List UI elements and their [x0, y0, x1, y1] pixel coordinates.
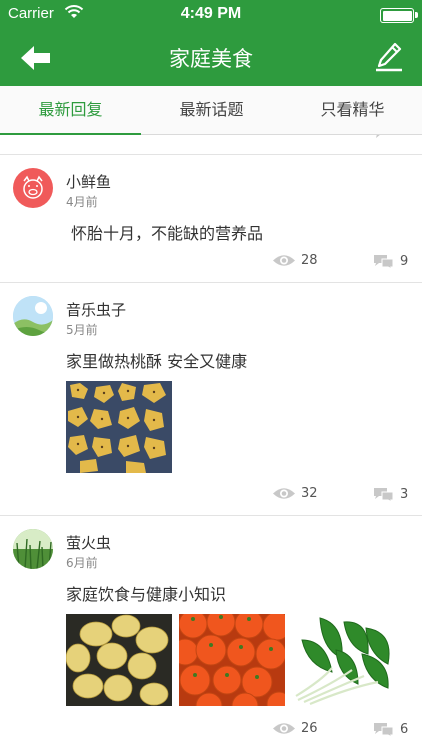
user-name[interactable]: 音乐虫子 [66, 299, 126, 320]
list-item-previous-partial[interactable] [0, 135, 422, 155]
comment-count: 9 [372, 253, 408, 270]
avatar[interactable] [13, 168, 53, 208]
post-time: 4月前 [66, 195, 98, 209]
post-time: 5月前 [66, 323, 98, 337]
comment-bubble-icon [374, 723, 394, 738]
page-title: 家庭美食 [169, 47, 253, 71]
comment-bubble-icon [374, 488, 394, 503]
eye-icon [272, 135, 294, 137]
avatar-landscape-image [13, 296, 53, 336]
post-image-spinach[interactable] [292, 614, 398, 706]
list-item[interactable]: 音乐虫子 5月前 家里做热桃酥 安全又健康 32 3 [0, 283, 422, 516]
post-image-tomatoes[interactable] [179, 614, 285, 706]
post-time: 6月前 [66, 556, 98, 570]
view-count-value: 28 [301, 253, 318, 268]
avatar[interactable] [13, 296, 53, 336]
comment-bubble-icon [374, 255, 394, 270]
post-title[interactable]: 家庭饮食与健康小知识 [66, 581, 226, 605]
comment-bubble-icon [376, 135, 380, 138]
tab-label: 只看精华 [320, 100, 385, 119]
comment-count-value: 9 [400, 254, 409, 269]
edit-pencil-icon[interactable] [374, 40, 404, 74]
tab-label: 最新回复 [38, 100, 103, 119]
comment-count-value: 3 [400, 487, 409, 502]
user-name[interactable]: 小鲜鱼 [66, 171, 111, 192]
clock: 4:49 PM [180, 5, 242, 22]
list-item[interactable]: 小鲜鱼 4月前 怀胎十月，不能缺的营养品 28 9 [0, 155, 422, 283]
eye-icon [273, 723, 295, 734]
spinach-photo [292, 614, 398, 706]
pig-face-icon [23, 175, 43, 199]
tomatoes-photo [179, 614, 285, 706]
post-title[interactable]: 怀胎十月，不能缺的营养品 [71, 220, 263, 244]
cookies-photo [66, 381, 172, 473]
view-count: 32 [272, 486, 318, 501]
avatar[interactable] [13, 529, 53, 569]
post-title[interactable]: 家里做热桃酥 安全又健康 [66, 348, 247, 372]
comment-count: 3 [372, 486, 408, 503]
view-count: 28 [272, 253, 318, 268]
eye-icon [273, 255, 295, 266]
avatar-grass-image [13, 529, 53, 569]
tab-latest-topic[interactable]: 最新话题 [141, 86, 282, 135]
eye-icon [273, 488, 295, 499]
tab-label: 最新话题 [179, 100, 244, 119]
list-item[interactable]: 萤火虫 6月前 家庭饮食与健康小知识 26 6 [0, 516, 422, 750]
status-bar: Carrier 4:49 PM [0, 0, 422, 30]
tab-bar: 最新回复 最新话题 只看精华 [0, 86, 422, 136]
post-image-potatoes[interactable] [66, 614, 172, 706]
comment-count: 6 [372, 721, 408, 738]
post-image-cookies[interactable] [66, 381, 172, 473]
view-count-value: 32 [301, 486, 318, 501]
user-name[interactable]: 萤火虫 [66, 532, 111, 553]
comment-count-value: 6 [400, 722, 409, 737]
potatoes-photo [66, 614, 172, 706]
tab-featured-only[interactable]: 只看精华 [282, 86, 422, 135]
battery-icon [380, 8, 418, 23]
view-count: 26 [272, 721, 318, 736]
nav-bar: 家庭美食 [0, 30, 422, 86]
topic-list[interactable]: 小鲜鱼 4月前 怀胎十月，不能缺的营养品 28 9 音乐虫子 5月前 家里做热桃… [0, 135, 422, 750]
view-count-value: 26 [301, 721, 318, 736]
tab-latest-reply[interactable]: 最新回复 [0, 86, 141, 136]
